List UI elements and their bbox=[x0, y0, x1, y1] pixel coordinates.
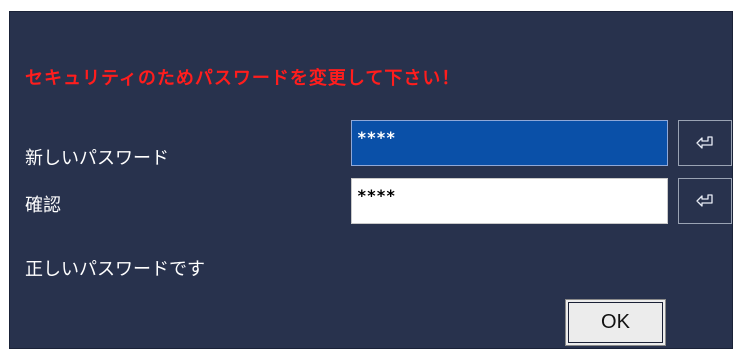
ok-button-label: OK bbox=[601, 311, 630, 333]
enter-key-icon bbox=[696, 136, 713, 149]
confirm-label: 確認 bbox=[25, 195, 61, 216]
ok-button[interactable]: OK bbox=[565, 299, 666, 346]
confirm-password-field[interactable]: **** bbox=[351, 178, 668, 224]
security-warning-message: セキュリティのためパスワードを変更して下さい！ bbox=[25, 68, 461, 89]
new-password-field[interactable]: **** bbox=[351, 120, 668, 166]
new-password-label: 新しいパスワード bbox=[25, 148, 169, 169]
confirm-keyboard-button[interactable] bbox=[678, 178, 732, 224]
new-password-keyboard-button[interactable] bbox=[678, 120, 732, 166]
password-status-message: 正しいパスワードです bbox=[25, 259, 205, 280]
password-change-dialog: セキュリティのためパスワードを変更して下さい！ 新しいパスワード **** 確認… bbox=[9, 11, 733, 349]
enter-key-icon bbox=[696, 194, 713, 207]
